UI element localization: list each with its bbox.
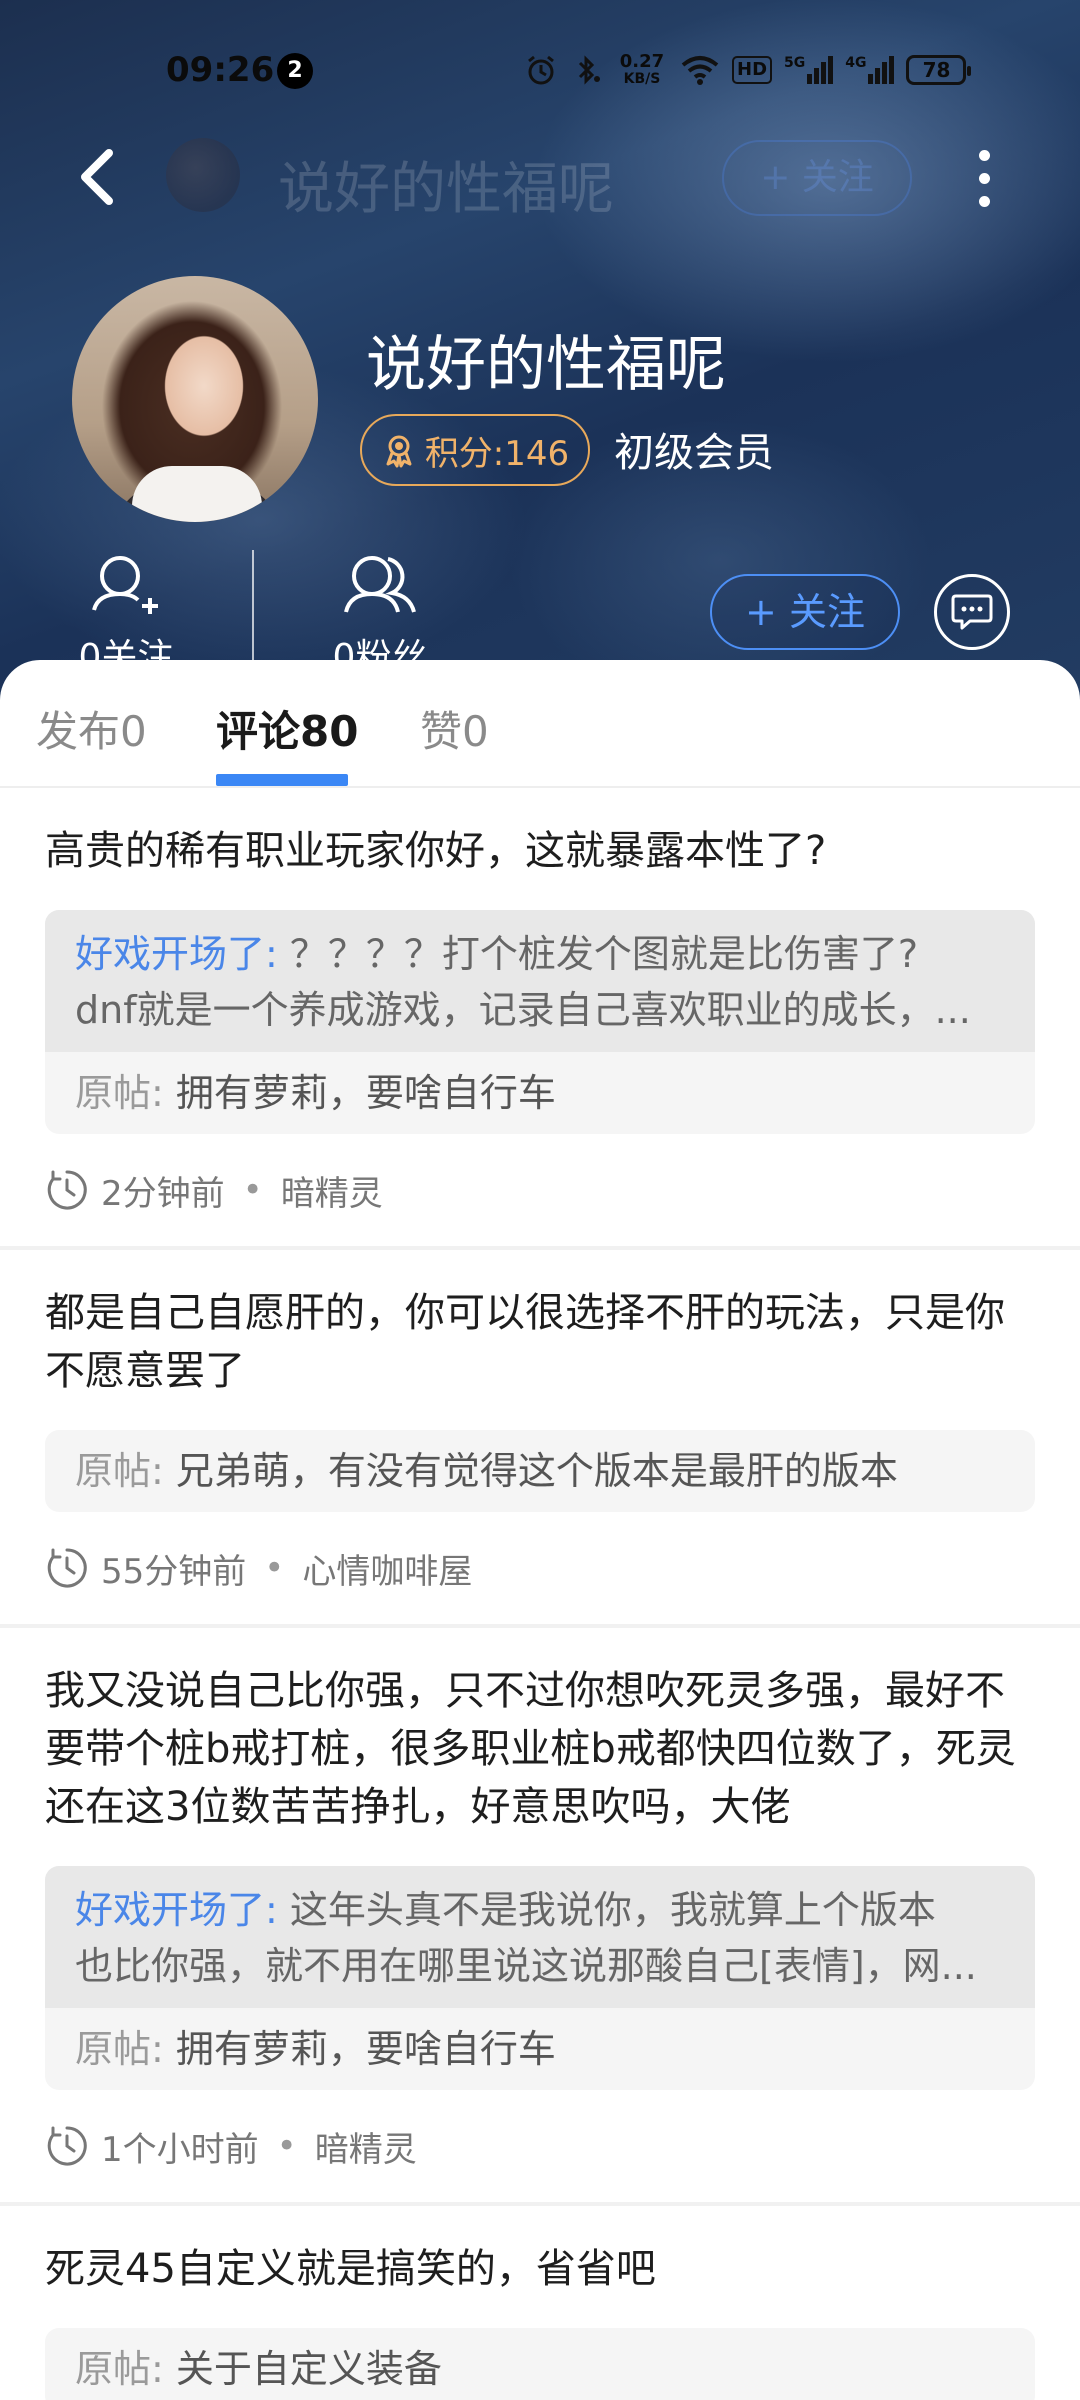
comment-text: 高贵的稀有职业玩家你好，这就暴露本性了? [45,828,827,874]
comment-item[interactable]: 我又没说自己比你强，只不过你想吹死灵多强，最好不要带个桩b戒打桩，很多职业桩b戒… [0,1628,1080,2206]
reply-author[interactable]: 好戏开场了: [75,1888,278,1932]
more-dot-icon [978,149,990,161]
nav-follow-button[interactable]: + 关注 [722,140,912,216]
comment-time: 1个小时前 [101,2129,259,2170]
reply-quote[interactable]: 好戏开场了: 这年头真不是我说你，我就算上个版本 也比你强，就不用在哪里说这说那… [45,1866,1035,2008]
signal-5g-label: 5G [784,55,806,71]
message-button[interactable] [934,574,1010,650]
notification-count-badge: 2 [277,53,313,89]
clock-icon [47,2126,87,2166]
status-icons: 0.27 KB/S HD 5G 4G 78 [524,50,972,90]
net-speed-unit: KB/S [623,70,661,87]
comment-meta: 2分钟前 • 暗精灵 [45,1134,1035,1246]
comment-time: 55分钟前 [101,1551,247,1592]
nav-title: 说好的性福呢 [278,157,614,222]
net-speed-value: 0.27 [619,50,665,72]
battery-icon: 78 [906,55,972,85]
reply-text-line: ？？？？打个桩发个图就是比伤害了? [277,932,919,976]
comment-text: 我又没说自己比你强，只不过你想吹死灵多强，最好不要带个桩b戒打桩，很多职业桩b戒… [45,1668,1016,1830]
status-bar: 09:26 2 0.27 KB/S HD 5G 4G 78 [0,40,1080,100]
follow-button[interactable]: + 关注 [710,574,900,650]
more-options-button[interactable] [960,142,1008,214]
reply-author[interactable]: 好戏开场了: [75,932,278,976]
stat-divider [252,550,254,670]
comment-text: 死灵45自定义就是搞笑的，省省吧 [45,2246,656,2292]
meta-separator: • [264,1548,285,1588]
meta-separator: • [276,2126,297,2166]
original-post-title: 兄弟萌，有没有觉得这个版本是最肝的版本 [175,1449,898,1493]
original-post-title: 拥有萝莉，要啥自行车 [175,1071,556,1115]
original-post-link[interactable]: 原帖: 拥有萝莉，要啥自行车 [45,1052,1035,1134]
signal-5g-icon: 5G [784,55,834,84]
original-post-title: 关于自定义装备 [175,2347,442,2391]
comment-text: 都是自己自愿肝的，你可以很选择不肝的玩法，只是你不愿意罢了 [45,1290,1005,1394]
original-post-title: 拥有萝莉，要啥自行车 [175,2027,556,2071]
more-dot-icon [978,172,990,184]
reply-text-line: 也比你强，就不用在哪里说这说那酸自己[表情]，网... [75,1944,977,1988]
avatar[interactable] [72,276,318,522]
comment-meta: 55分钟前 • 心情咖啡屋 [45,1512,1035,1624]
original-post-prefix: 原帖: [75,1449,164,1493]
back-button[interactable] [62,142,132,212]
user-plus-icon [92,556,158,614]
member-level: 初级会员 [614,430,774,476]
comment-item[interactable]: 高贵的稀有职业玩家你好，这就暴露本性了? 好戏开场了: ？？？？打个桩发个图就是… [0,788,1080,1250]
clock-icon [47,1548,87,1588]
forum-name[interactable]: 暗精灵 [281,1166,383,1215]
reply-text-line: 这年头真不是我说你，我就算上个版本 [277,1888,936,1932]
signal-4g-icon: 4G [845,55,895,84]
bluetooth-icon [570,53,604,87]
points-label: 积分:146 [424,433,570,474]
comment-item[interactable]: 都是自己自愿肝的，你可以很选择不肝的玩法，只是你不愿意罢了 原帖: 兄弟萌，有没… [0,1250,1080,1628]
tab-likes[interactable]: 赞0 [420,698,489,759]
hd-icon: HD [732,56,773,84]
username: 说好的性福呢 [366,330,726,400]
original-post-link[interactable]: 原帖: 拥有萝莉，要啥自行车 [45,2008,1035,2090]
original-post-link[interactable]: 原帖: 关于自定义装备 [45,2328,1035,2400]
quote-box: 原帖: 关于自定义装备 [45,2328,1035,2400]
chat-bubble-icon [951,594,993,630]
users-icon [344,556,416,613]
reply-text-line: dnf就是一个养成游戏，记录自己喜欢职业的成长，... [75,988,971,1032]
tab-comments[interactable]: 评论80 [216,698,358,759]
forum-name[interactable]: 暗精灵 [315,2122,417,2171]
original-post-prefix: 原帖: [75,1071,164,1115]
clock-icon [47,1170,87,1210]
status-time: 09:26 [166,50,275,90]
reply-quote[interactable]: 好戏开场了: ？？？？打个桩发个图就是比伤害了? dnf就是一个养成游戏，记录自… [45,910,1035,1052]
meta-separator: • [242,1170,263,1210]
original-post-link[interactable]: 原帖: 兄弟萌，有没有觉得这个版本是最肝的版本 [45,1430,1035,1512]
original-post-prefix: 原帖: [75,2347,164,2391]
points-badge[interactable]: 积分:146 [360,414,590,486]
alarm-icon [524,53,558,87]
comment-item[interactable]: 死灵45自定义就是搞笑的，省省吧 原帖: 关于自定义装备 [0,2206,1080,2400]
quote-box: 好戏开场了: ？？？？打个桩发个图就是比伤害了? dnf就是一个养成游戏，记录自… [45,910,1035,1134]
quote-box: 原帖: 兄弟萌，有没有觉得这个版本是最肝的版本 [45,1430,1035,1512]
comment-meta: 1个小时前 • 暗精灵 [45,2090,1035,2202]
more-dot-icon [978,195,990,207]
chevron-left-icon [81,149,113,205]
net-speed-readout: 0.27 KB/S [616,50,668,87]
wifi-icon [680,54,720,86]
quote-box: 好戏开场了: 这年头真不是我说你，我就算上个版本 也比你强，就不用在哪里说这说那… [45,1866,1035,2090]
forum-name[interactable]: 心情咖啡屋 [302,1544,472,1593]
medal-icon [386,435,412,468]
tab-posts[interactable]: 发布0 [36,698,147,759]
signal-4g-label: 4G [845,55,867,71]
active-tab-indicator [216,774,348,786]
comment-time: 2分钟前 [101,1173,225,1214]
original-post-prefix: 原帖: [75,2027,164,2071]
nav-avatar [166,138,240,212]
content-sheet: 发布0 评论80 赞0 高贵的稀有职业玩家你好，这就暴露本性了? 好戏开场了: … [0,660,1080,2400]
tab-bar: 发布0 评论80 赞0 [0,660,1080,788]
top-nav: 说好的性福呢 + 关注 [0,128,1080,228]
